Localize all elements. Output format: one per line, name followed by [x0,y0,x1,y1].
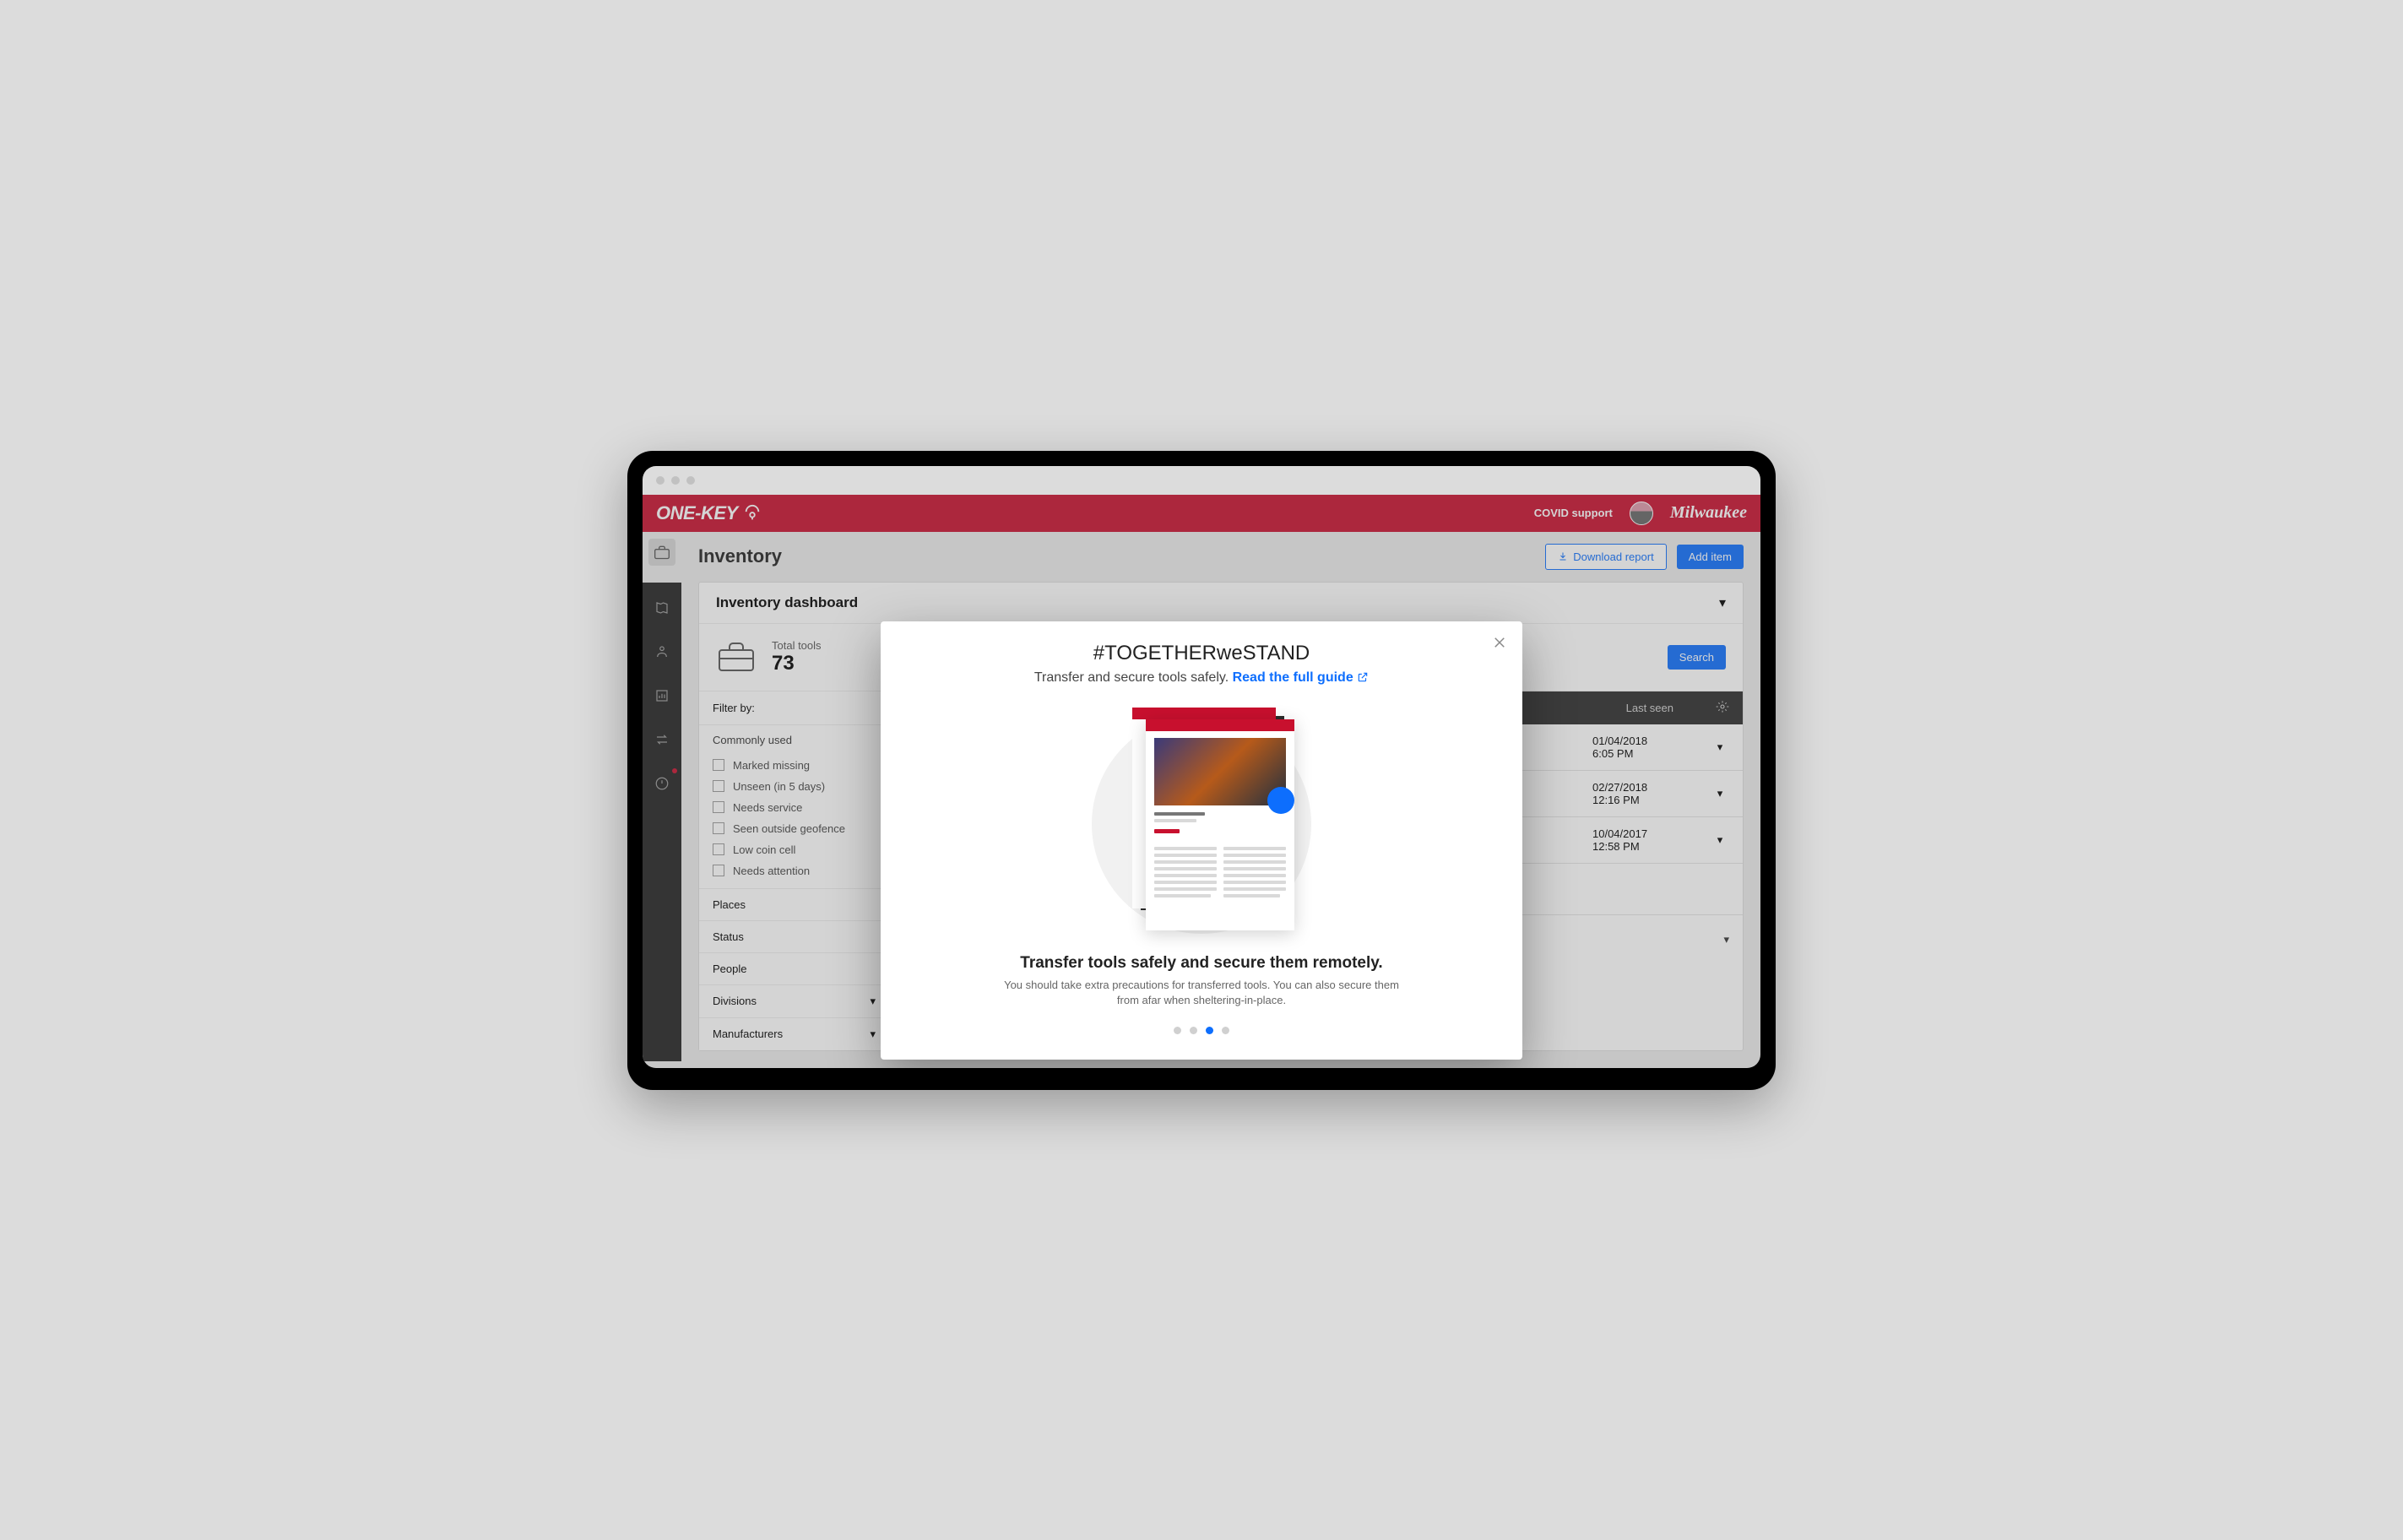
carousel-dot-2[interactable] [1206,1027,1213,1034]
external-link-icon [1357,671,1369,683]
window-maximize-dot[interactable] [686,476,695,485]
modal-overlay: #TOGETHERweSTAND Transfer and secure too… [643,495,1760,1068]
carousel-dots [914,1027,1489,1034]
carousel-dot-1[interactable] [1190,1027,1197,1034]
carousel-dot-0[interactable] [1174,1027,1181,1034]
document-photo [1154,738,1286,805]
read-guide-link[interactable]: Read the full guide [1233,670,1370,685]
modal-illustration [1075,704,1328,932]
covid-modal: #TOGETHERweSTAND Transfer and secure too… [881,621,1522,1060]
browser-chrome [643,466,1760,495]
modal-hashtag: #TOGETHERweSTAND [914,642,1489,665]
window-close-dot[interactable] [656,476,664,485]
carousel-dot-3[interactable] [1222,1027,1229,1034]
modal-subtitle: Transfer and secure tools safely. Read t… [914,670,1489,686]
window-minimize-dot[interactable] [671,476,680,485]
close-icon[interactable] [1492,635,1507,654]
modal-heading: Transfer tools safely and secure them re… [914,954,1489,973]
modal-description: You should take extra precautions for tr… [999,978,1404,1008]
